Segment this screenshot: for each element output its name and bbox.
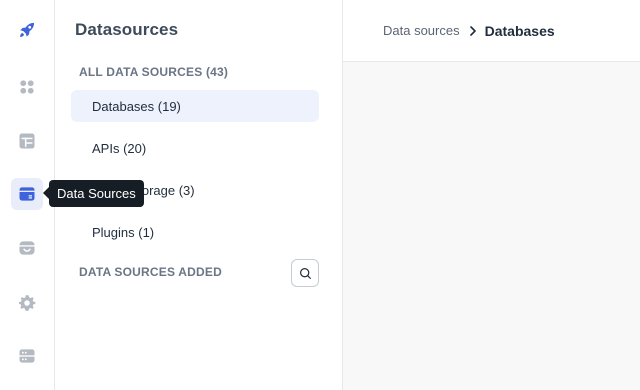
rail-tooltip: Data Sources [43, 180, 144, 207]
marketplace-icon [19, 241, 35, 255]
rail-database-button[interactable] [11, 125, 43, 157]
nav-item-label: APIs (20) [92, 140, 147, 156]
nav-item-label: Databases (19) [92, 98, 181, 114]
nav-item-plugins[interactable]: Plugins (1) [71, 216, 319, 248]
breadcrumb-current: Databases [484, 22, 555, 39]
datasources-icon [19, 187, 35, 201]
rail-server-button[interactable] [11, 340, 43, 372]
breadcrumb: Data sources Databases [343, 0, 640, 62]
nav-item-label: Plugins (1) [92, 224, 155, 240]
main-content: Data sources Databases [343, 0, 640, 390]
rail-settings-button[interactable] [11, 287, 43, 319]
breadcrumb-parent-link[interactable]: Data sources [383, 23, 460, 38]
rail-apps-button[interactable] [11, 71, 43, 103]
rail-marketplace-button[interactable] [11, 232, 43, 264]
all-datasources-label: ALL DATA SOURCES (43) [79, 65, 229, 79]
panel-title: Datasources [75, 20, 179, 39]
rail-datasources-button[interactable] [11, 178, 43, 210]
gear-icon [19, 295, 36, 311]
rail-home-button[interactable] [11, 14, 43, 46]
datasources-added-label: DATA SOURCES ADDED [79, 265, 222, 279]
server-icon [19, 349, 35, 363]
table-icon [19, 133, 35, 149]
apps-icon [20, 80, 34, 94]
nav-item-apis[interactable]: APIs (20) [71, 132, 319, 164]
rocket-icon [20, 22, 35, 37]
nav-item-databases[interactable]: Databases (19) [71, 90, 319, 122]
search-icon [299, 267, 311, 279]
chevron-right-icon [469, 25, 477, 36]
search-datasources-button[interactable] [291, 259, 319, 287]
